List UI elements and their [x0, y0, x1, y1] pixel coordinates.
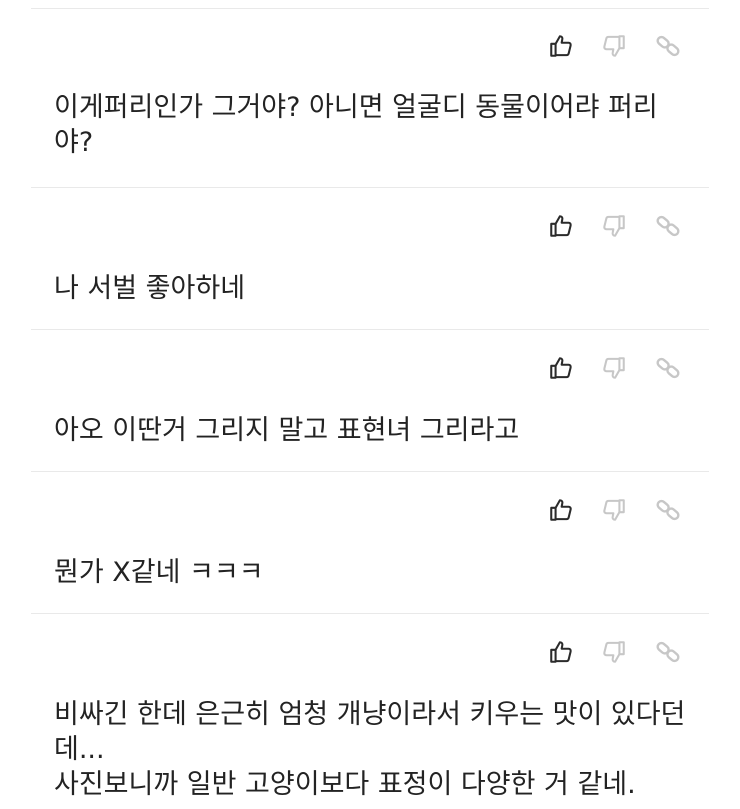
dislike-button[interactable] — [594, 206, 634, 246]
link-icon — [656, 35, 680, 57]
link-button[interactable] — [648, 26, 688, 66]
dislike-button[interactable] — [594, 348, 634, 388]
thumbs-up-icon — [550, 499, 572, 521]
divider — [31, 8, 709, 9]
thumbs-up-icon — [550, 215, 572, 237]
link-icon — [656, 357, 680, 379]
thumbs-down-icon — [603, 641, 625, 663]
like-button[interactable] — [541, 490, 581, 530]
link-button[interactable] — [648, 632, 688, 672]
comment-actions — [0, 348, 740, 388]
comment-text: 비싸긴 한데 은근히 엄청 개냥이라서 키우는 맛이 있다던데... 사진보니까… — [54, 699, 686, 800]
comment-text: 이게퍼리인가 그거야? 아니면 얼굴디 동물이어랴 퍼리야? — [54, 92, 658, 158]
thumbs-up-icon — [550, 35, 572, 57]
like-button[interactable] — [541, 632, 581, 672]
thumbs-down-icon — [603, 35, 625, 57]
link-icon — [656, 641, 680, 663]
comment-actions — [0, 26, 740, 66]
comment-actions — [0, 490, 740, 530]
divider — [31, 471, 709, 472]
dislike-button[interactable] — [594, 26, 634, 66]
dislike-button[interactable] — [594, 490, 634, 530]
like-button[interactable] — [541, 206, 581, 246]
comment-text: 뭔가 X같네 ㅋㅋㅋ — [54, 557, 264, 588]
like-button[interactable] — [541, 348, 581, 388]
link-icon — [656, 215, 680, 237]
comment-actions — [0, 632, 740, 672]
dislike-button[interactable] — [594, 632, 634, 672]
comment-text: 나 서벌 좋아하네 — [54, 273, 246, 304]
thumbs-down-icon — [603, 499, 625, 521]
link-icon — [656, 499, 680, 521]
link-button[interactable] — [648, 348, 688, 388]
thumbs-up-icon — [550, 641, 572, 663]
link-button[interactable] — [648, 490, 688, 530]
divider — [31, 329, 709, 330]
link-button[interactable] — [648, 206, 688, 246]
divider — [31, 187, 709, 188]
like-button[interactable] — [541, 26, 581, 66]
thumbs-up-icon — [550, 357, 572, 379]
comment-text: 아오 이딴거 그리지 말고 표현녀 그리라고 — [54, 415, 520, 446]
comment-actions — [0, 206, 740, 246]
divider — [31, 613, 709, 614]
thumbs-down-icon — [603, 215, 625, 237]
thumbs-down-icon — [603, 357, 625, 379]
